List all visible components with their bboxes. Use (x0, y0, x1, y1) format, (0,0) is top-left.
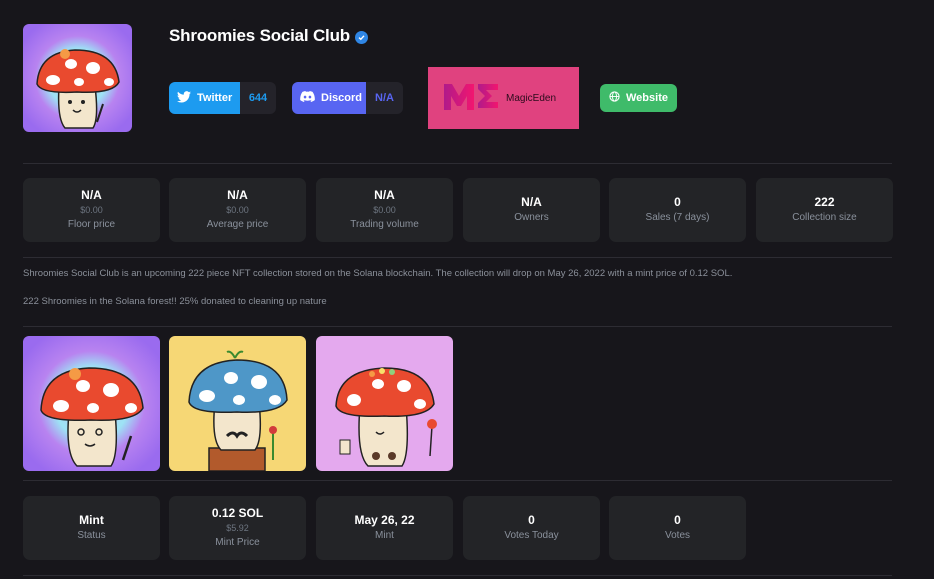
discord-count: N/A (366, 82, 403, 114)
discord-icon (300, 91, 315, 105)
magiceden-logo-icon (442, 80, 500, 117)
stat-label: Votes (664, 529, 691, 541)
stat-label: Status (77, 529, 106, 541)
globe-icon (609, 91, 620, 105)
stat-label: Collection size (792, 211, 857, 223)
stat-label: Owners (514, 211, 549, 223)
stat-value: May 26, 22 (354, 512, 415, 527)
description-line-1: Shroomies Social Club is an upcoming 222… (23, 268, 733, 279)
description-line-2: 222 Shroomies in the Solana forest!! 25%… (23, 296, 327, 307)
stat-label: Sales (7 days) (645, 211, 710, 223)
collection-avatar (23, 24, 132, 132)
stat-value: 0 (674, 194, 681, 209)
stat-value: N/A (521, 194, 542, 209)
nft-thumbnail[interactable] (169, 336, 306, 471)
verified-icon (354, 31, 368, 44)
stat-label: Floor price (67, 218, 116, 230)
votes-total: 0 Votes (609, 496, 746, 560)
twitter-button[interactable]: Twitter 644 (169, 82, 276, 114)
collection-title: Shroomies Social Club (169, 26, 368, 46)
stat-value: Mint (79, 512, 104, 527)
stat-value: 0.12 SOL (211, 505, 264, 520)
stat-label: Mint Price (215, 536, 260, 548)
title-text: Shroomies Social Club (169, 26, 350, 45)
stat-average-price: N/A $0.00 Average price (169, 178, 306, 242)
stat-value: N/A (374, 187, 395, 202)
stat-value: 0 (528, 512, 535, 527)
twitter-label: Twitter (197, 92, 233, 104)
divider (23, 257, 892, 258)
divider (23, 575, 892, 576)
stat-floor-price: N/A $0.00 Floor price (23, 178, 160, 242)
twitter-icon (177, 90, 191, 106)
stat-collection-size: 222 Collection size (756, 178, 893, 242)
stat-trading-volume: N/A $0.00 Trading volume (316, 178, 453, 242)
magiceden-button[interactable]: MagicEden (428, 67, 579, 129)
mint-status: Mint Status (23, 496, 160, 560)
mint-price: 0.12 SOL $5.92 Mint Price (169, 496, 306, 560)
stat-usd: $5.92 (226, 522, 249, 533)
stat-label: Mint (375, 529, 394, 541)
stat-label: Trading volume (350, 218, 419, 230)
stat-usd: $0.00 (226, 204, 249, 215)
divider (23, 163, 892, 164)
divider (23, 326, 892, 327)
divider (23, 480, 892, 481)
stat-usd: $0.00 (373, 204, 396, 215)
nft-thumbnail[interactable] (316, 336, 453, 471)
stat-usd: $0.00 (80, 204, 103, 215)
discord-label: Discord (321, 92, 362, 104)
website-button[interactable]: Website (600, 84, 677, 112)
mint-date: May 26, 22 Mint (316, 496, 453, 560)
stat-value: N/A (81, 187, 102, 202)
stat-label: Votes Today (504, 529, 559, 541)
nft-thumbnail[interactable] (23, 336, 160, 471)
stat-owners: N/A Owners (463, 178, 600, 242)
twitter-count: 644 (240, 82, 276, 114)
votes-today: 0 Votes Today (463, 496, 600, 560)
stat-value: N/A (227, 187, 248, 202)
stat-value: 222 (814, 194, 835, 209)
website-label: Website (626, 92, 668, 104)
magiceden-label: MagicEden (506, 92, 557, 104)
discord-button[interactable]: Discord N/A (292, 82, 403, 114)
stat-value: 0 (674, 512, 681, 527)
stat-sales: 0 Sales (7 days) (609, 178, 746, 242)
stat-label: Average price (206, 218, 269, 230)
